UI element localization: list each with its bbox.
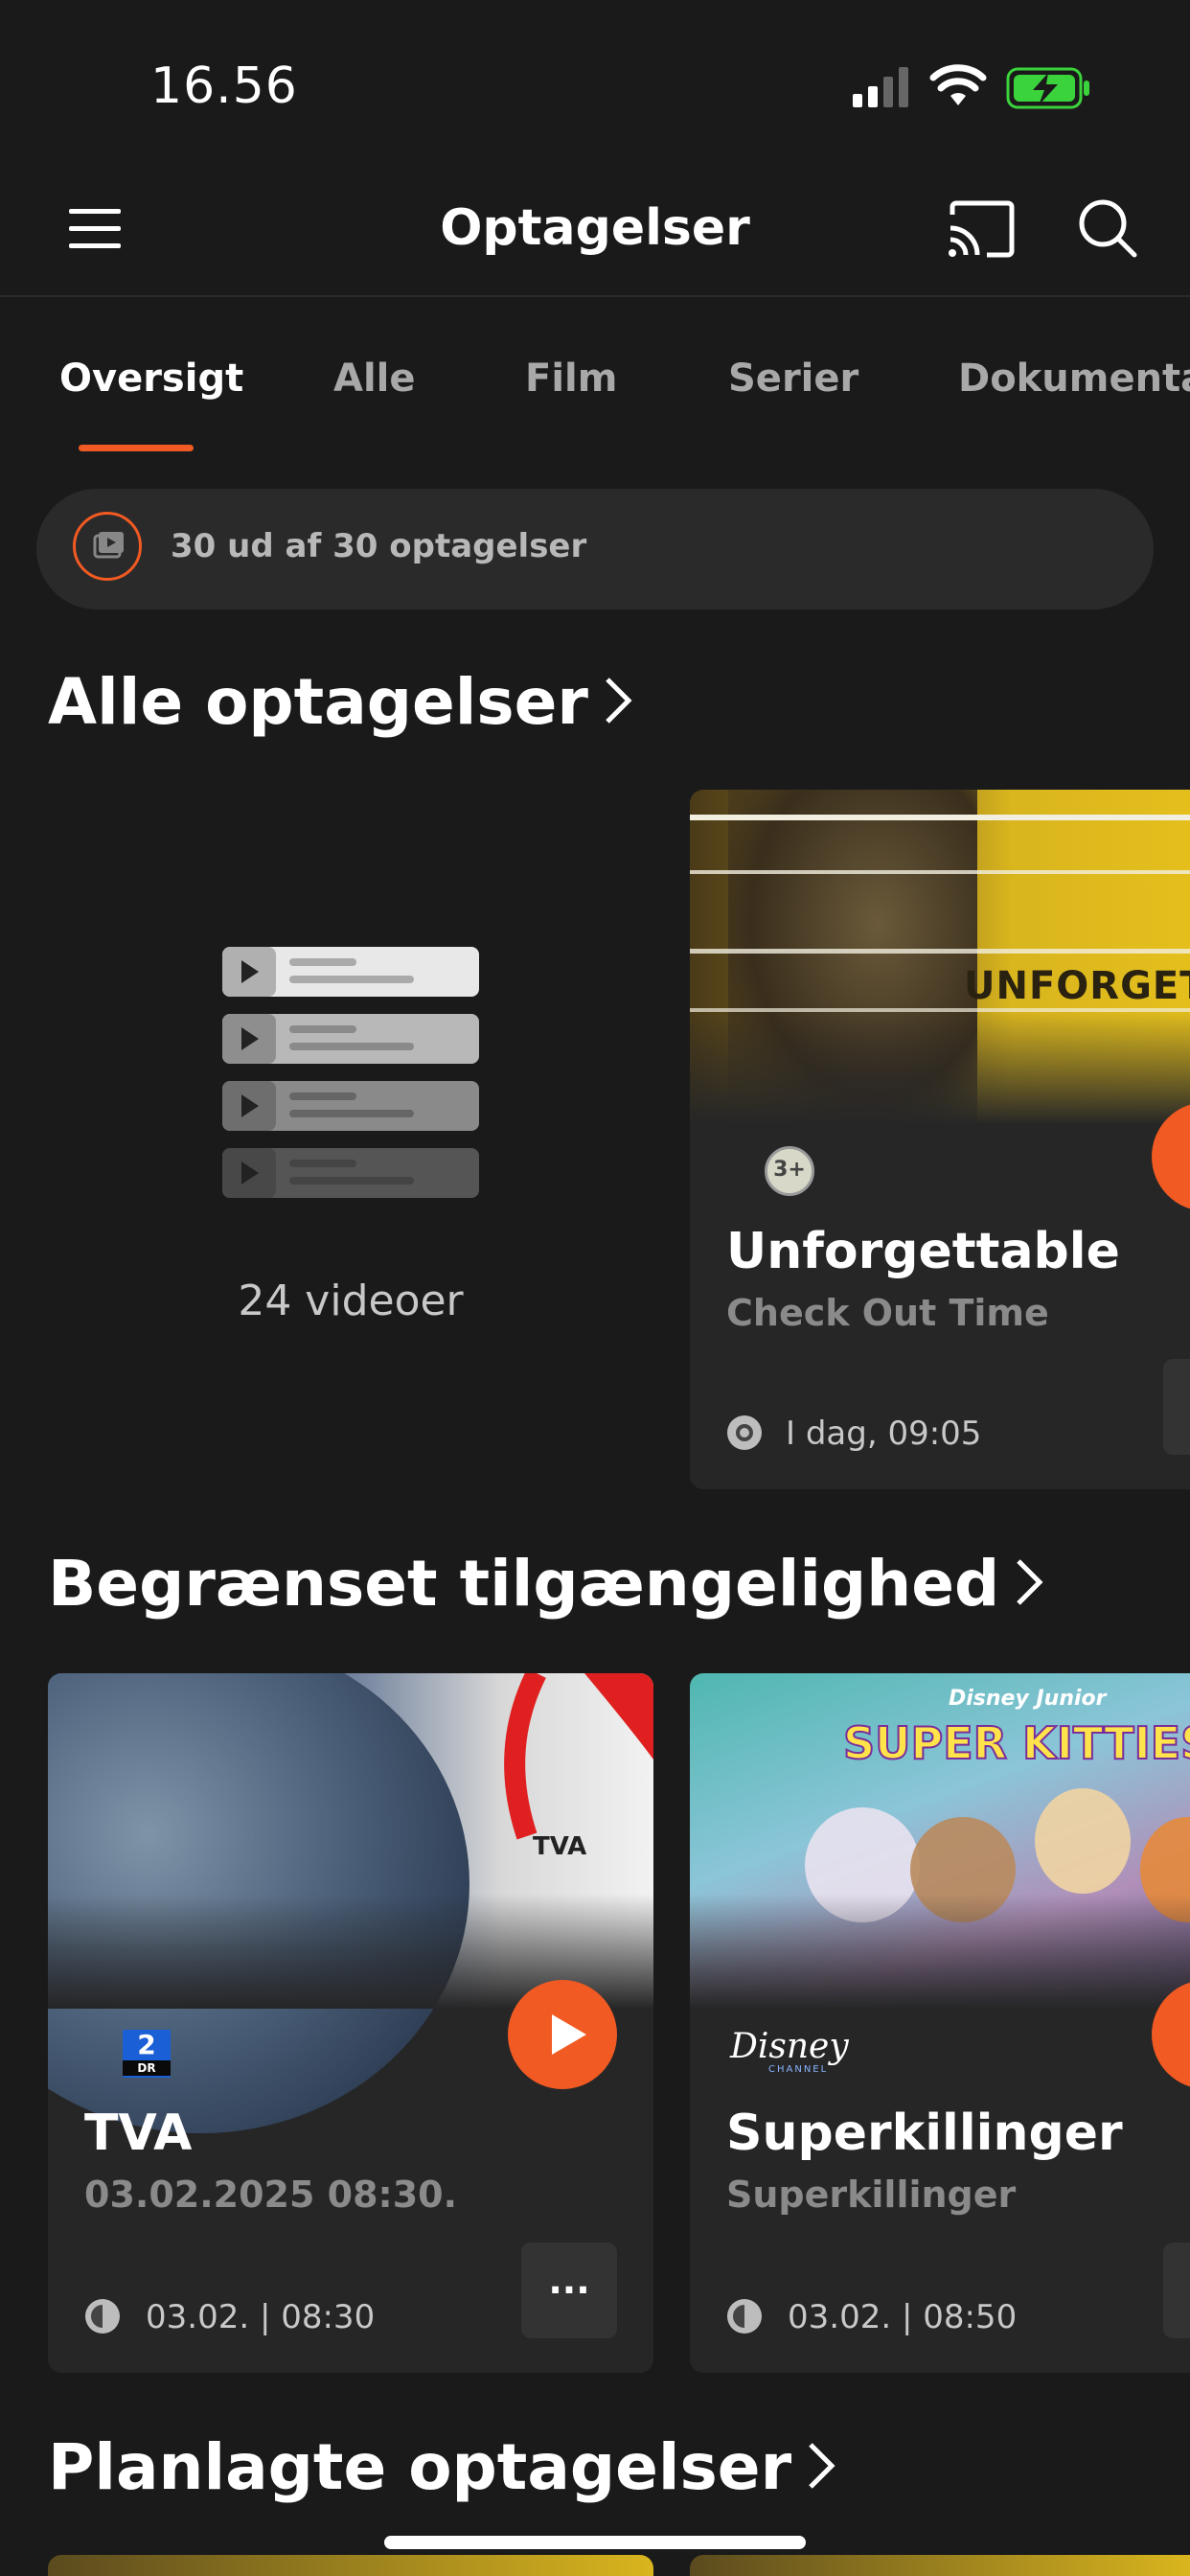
section-title-planned-label: Planlagte optagelser: [48, 2430, 792, 2504]
recording-time: 03.02. | 08:50: [788, 2298, 1018, 2336]
cast-icon[interactable]: [947, 199, 1016, 263]
tab-alle[interactable]: Alle: [333, 356, 416, 401]
channel-logo: Disney CHANNEL: [730, 2027, 849, 2076]
card-thumbnail: TVA: [48, 1673, 653, 2133]
section-title-all-label: Alle optagelser: [48, 665, 588, 739]
recordings-icon: [73, 512, 142, 581]
chevron-right-icon: [1013, 1551, 1045, 1624]
card-subtitle: Check Out Time: [726, 1292, 1049, 1334]
card-subtitle: Superkillinger: [726, 2174, 1017, 2216]
chevron-right-icon: [602, 669, 634, 743]
videos-count-label: 24 videoer: [238, 1276, 464, 1325]
recording-status-icon: [84, 2298, 121, 2338]
section-title-limited-label: Begrænset tilgængelighed: [48, 1547, 1000, 1621]
thumbnail-stripe: [690, 870, 1190, 874]
thumbnail-title: UNFORGETTA: [964, 964, 1190, 1008]
card-title: Superkillinger: [726, 2104, 1123, 2162]
channel-logo: 2 DR: [123, 2030, 171, 2078]
status-time: 16.56: [150, 58, 298, 115]
recording-time: I dag, 09:05: [786, 1414, 982, 1453]
tab-dokumentar[interactable]: Dokumentar: [958, 356, 1190, 401]
section-title-all[interactable]: Alle optagelser: [48, 665, 634, 743]
more-options-button[interactable]: [1163, 2242, 1190, 2338]
more-options-button[interactable]: [1163, 1359, 1190, 1455]
thumbnail-title: TVA: [533, 1832, 587, 1861]
section-title-planned[interactable]: Planlagte optagelser: [48, 2430, 837, 2508]
search-icon[interactable]: [1077, 197, 1138, 263]
video-list-icon: [222, 947, 479, 1209]
thumbnail-fade: [690, 1894, 1190, 2009]
play-button[interactable]: [1152, 1980, 1190, 2089]
wifi-icon: [929, 63, 987, 111]
card-thumbnail: Disney Junior SUPER KITTIES: [690, 1673, 1190, 2009]
card-subtitle: 03.02.2025 08:30.: [84, 2174, 458, 2216]
play-button[interactable]: [1152, 1102, 1190, 1211]
tab-oversigt[interactable]: Oversigt: [59, 356, 243, 401]
thumbnail-stripe: [690, 949, 1190, 954]
channel-logo: 3+: [765, 1146, 814, 1196]
active-tab-indicator: [79, 445, 194, 451]
tab-serier[interactable]: Serier: [728, 356, 858, 401]
section-title-limited[interactable]: Begrænset tilgængelighed: [48, 1547, 1045, 1624]
planned-card-thumbnail[interactable]: [48, 2555, 653, 2576]
recording-time: 03.02. | 08:30: [146, 2298, 376, 2336]
battery-charging-icon: [1006, 67, 1092, 113]
thumbnail-brand: Disney Junior: [949, 1687, 1107, 1711]
chevron-right-icon: [805, 2434, 837, 2508]
planned-card-thumbnail[interactable]: [690, 2555, 1190, 2576]
recording-card-superkillinger[interactable]: Disney Junior SUPER KITTIES Disney CHANN…: [690, 1673, 1190, 2373]
card-title: Unforgettable: [726, 1223, 1120, 1280]
thumbnail-characters: [1035, 1788, 1131, 1894]
header-divider: [0, 295, 1190, 297]
recording-status-icon: [726, 1414, 763, 1455]
card-thumbnail: UNFORGETTA: [690, 790, 1190, 1125]
recordings-summary: 30 ud af 30 optagelser: [36, 489, 1154, 610]
card-title: TVA: [84, 2104, 193, 2162]
channel-logo-text: DR: [123, 2060, 171, 2076]
signal-icon: [853, 67, 912, 111]
channel-logo-number: 2: [137, 2029, 156, 2060]
thumbnail-title: SUPER KITTIES: [842, 1716, 1190, 1770]
recordings-count-text: 30 ud af 30 optagelser: [171, 527, 587, 565]
recording-card-unforgettable[interactable]: UNFORGETTA 3+ Unforgettable Check Out Ti…: [690, 790, 1190, 1489]
thumbnail-fade: [690, 1010, 1190, 1125]
channel-logo-name: Disney: [730, 2027, 849, 2066]
play-button[interactable]: [508, 1980, 617, 2089]
tab-film[interactable]: Film: [525, 356, 617, 401]
recording-card-tva[interactable]: TVA 2 DR TVA 03.02.2025 08:30. 03.02. | …: [48, 1673, 653, 2373]
recording-status-icon: [726, 2298, 763, 2338]
all-videos-tile[interactable]: 24 videoer: [48, 790, 653, 1489]
thumbnail-stripe: [690, 815, 1190, 820]
home-indicator[interactable]: [384, 2536, 806, 2549]
more-options-button[interactable]: ...: [521, 2242, 617, 2338]
